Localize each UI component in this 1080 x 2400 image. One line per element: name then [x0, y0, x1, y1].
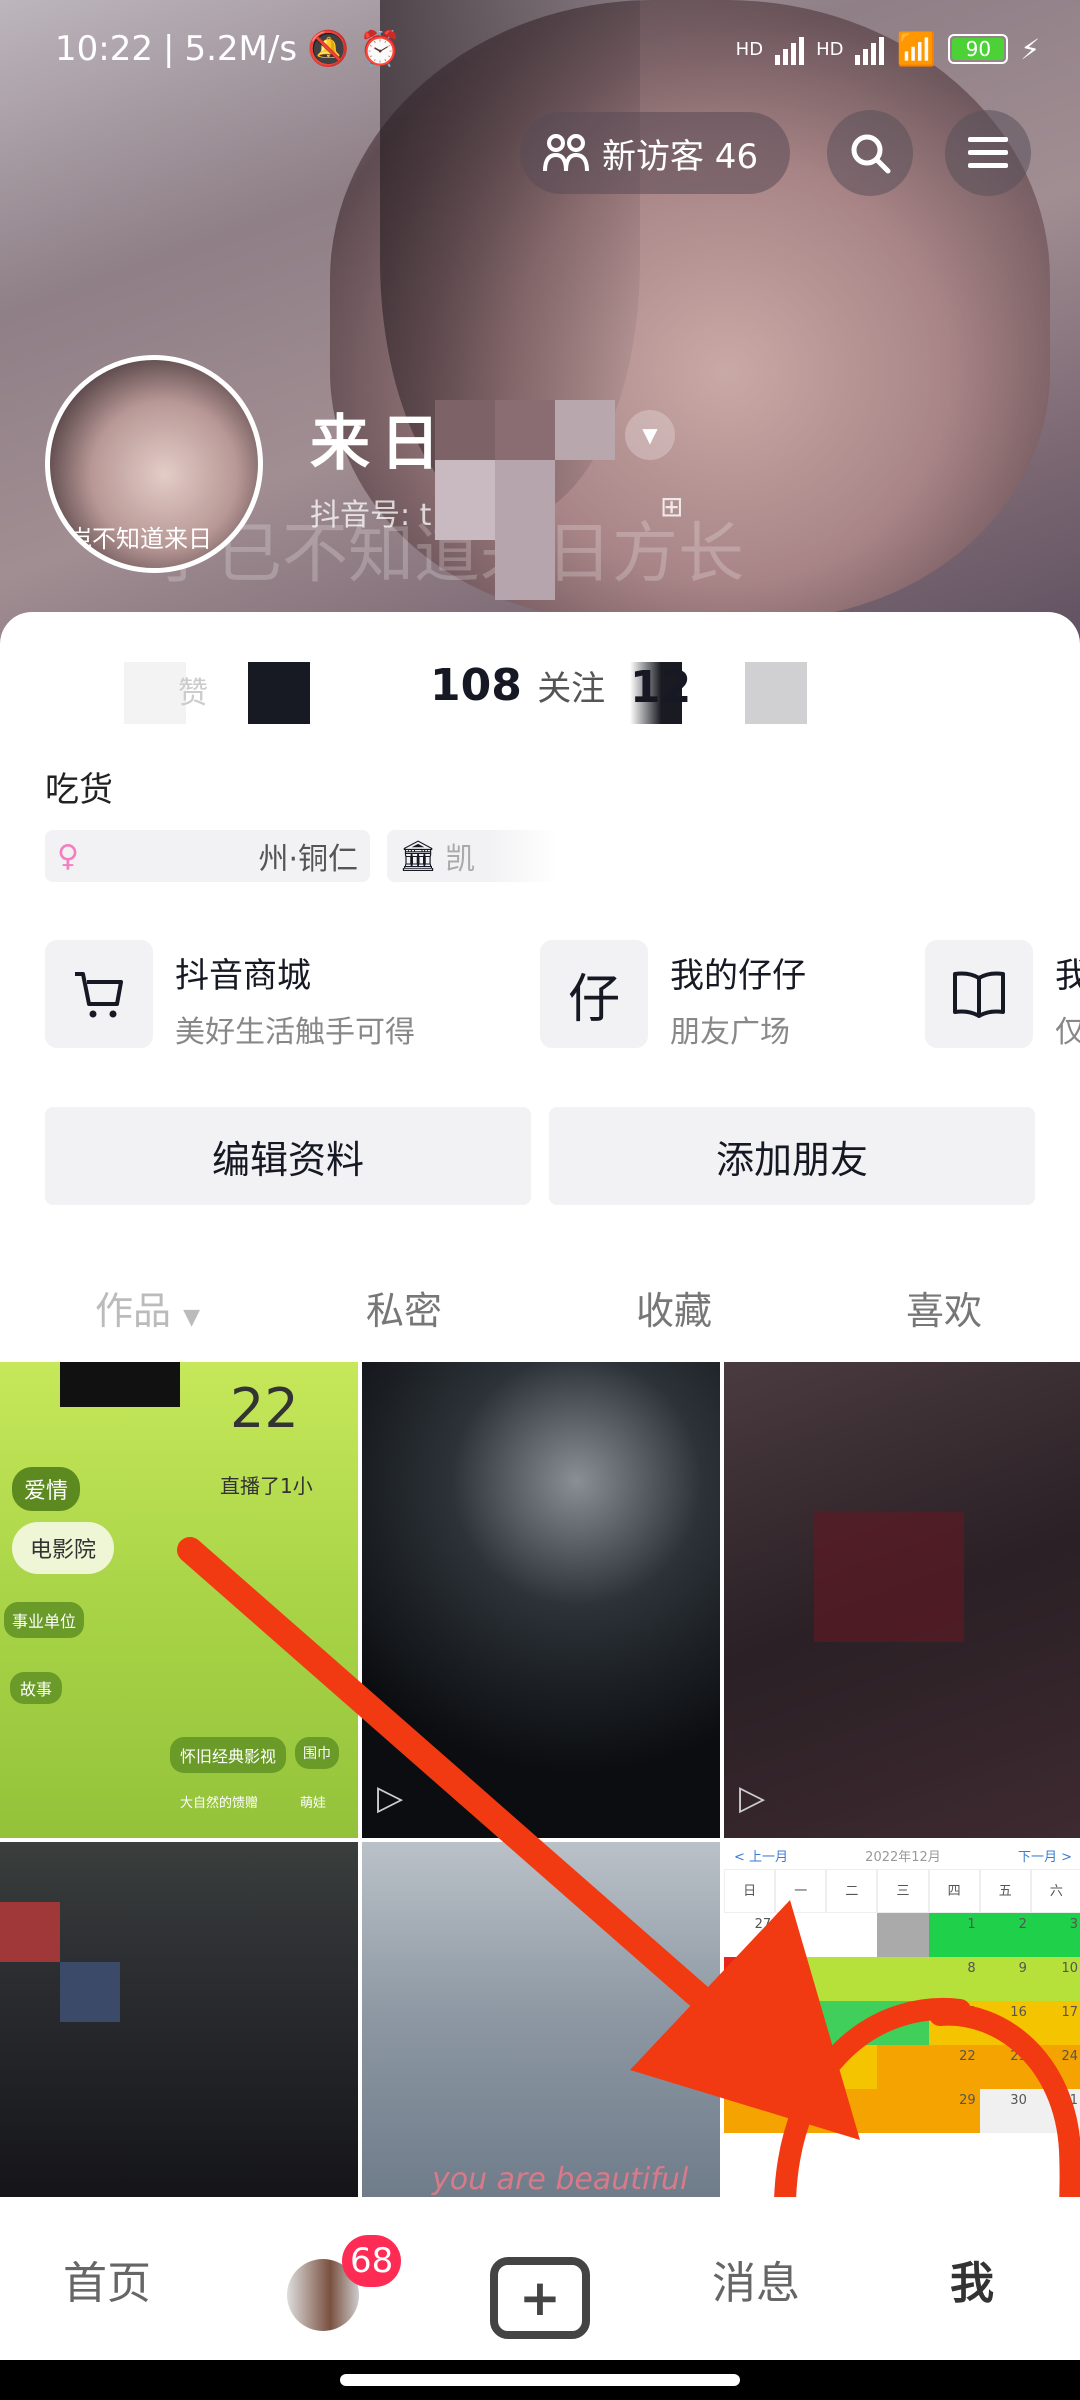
nav-messages[interactable]: 消息: [712, 2247, 800, 2311]
create-button[interactable]: +: [490, 2257, 590, 2339]
plus-icon: +: [519, 2269, 561, 2327]
notification-badge: 68: [342, 2235, 402, 2287]
home-indicator[interactable]: [340, 2374, 740, 2386]
nav-me[interactable]: 我: [950, 2247, 994, 2311]
nav-home[interactable]: 首页: [63, 2247, 151, 2311]
gesture-bar: [0, 2360, 1080, 2400]
annotation-arrowhead: [630, 1900, 860, 2140]
bottom-nav: 首页 68 + 消息 我: [0, 2197, 1080, 2360]
annotation-overlay: [177, 1537, 1080, 2393]
